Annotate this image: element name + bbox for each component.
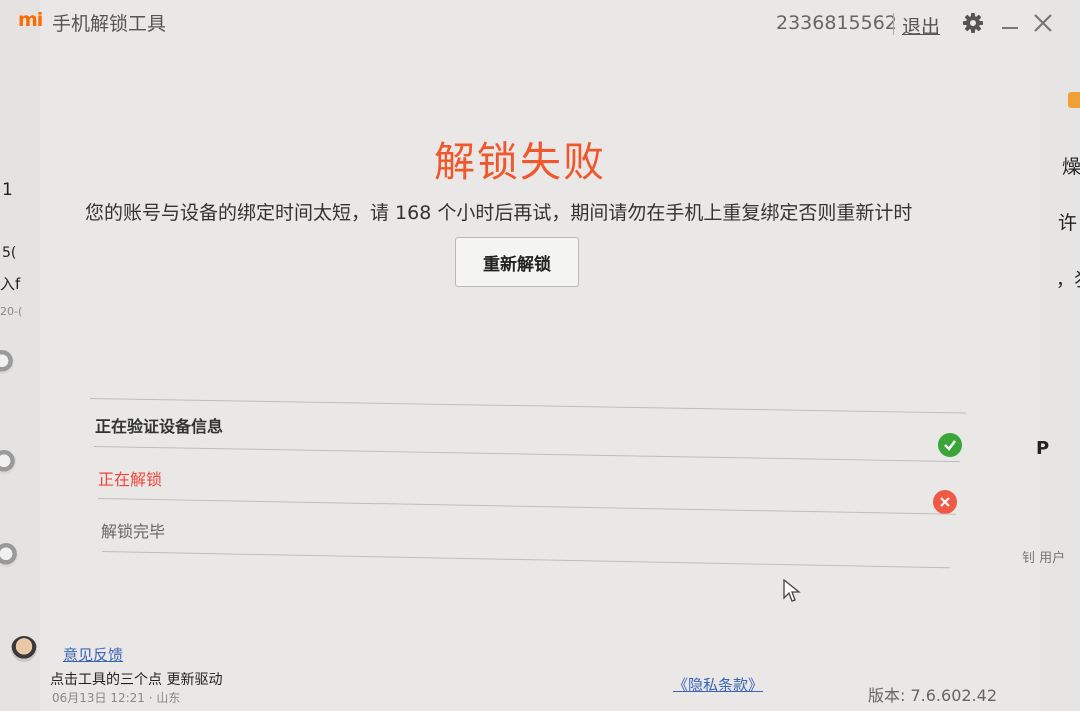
divider [93, 446, 960, 463]
app-title: 手机解锁工具 [52, 13, 167, 35]
background-avatar [11, 636, 37, 662]
close-icon[interactable] [1030, 10, 1056, 36]
titlebar-divider [893, 13, 894, 35]
step-unlocking: 正在解锁 [98, 470, 163, 489]
feedback-link[interactable]: 意见反馈 [63, 644, 123, 665]
unlock-tool-window: mi 手机解锁工具 2336815562 退出 解锁失败 您的账号与设备的绑定时… [0, 0, 1080, 711]
result-message: 您的账号与设备的绑定时间太短，请 168 个小时后再试，期间请勿在手机上重复绑定… [85, 202, 913, 224]
step-unlock-complete: 解锁完毕 [101, 522, 166, 541]
check-icon [938, 433, 962, 457]
result-heading: 解锁失败 [434, 138, 606, 186]
gear-icon[interactable] [960, 10, 986, 36]
divider [101, 551, 950, 569]
account-id: 2336815562 [776, 12, 897, 34]
mouse-cursor-icon [783, 578, 801, 607]
step-verify-device: 正在验证设备信息 [95, 417, 224, 436]
mi-logo: mi [18, 9, 43, 31]
x-icon [933, 490, 957, 514]
logout-link[interactable]: 退出 [902, 12, 940, 39]
minimize-icon[interactable] [997, 10, 1023, 36]
retry-unlock-button[interactable]: 重新解锁 [455, 237, 579, 287]
titlebar: mi 手机解锁工具 2336815562 退出 [0, 0, 1080, 48]
background-post-text: 点击工具的三个点 更新驱动 [50, 672, 223, 688]
background-post-meta: 06月13日 12:21 · 山东 [52, 691, 181, 705]
privacy-link[interactable]: 《隐私条款》 [673, 674, 763, 695]
version-label: 版本: 7.6.602.42 [868, 686, 997, 705]
divider [97, 498, 956, 515]
divider [89, 398, 966, 414]
